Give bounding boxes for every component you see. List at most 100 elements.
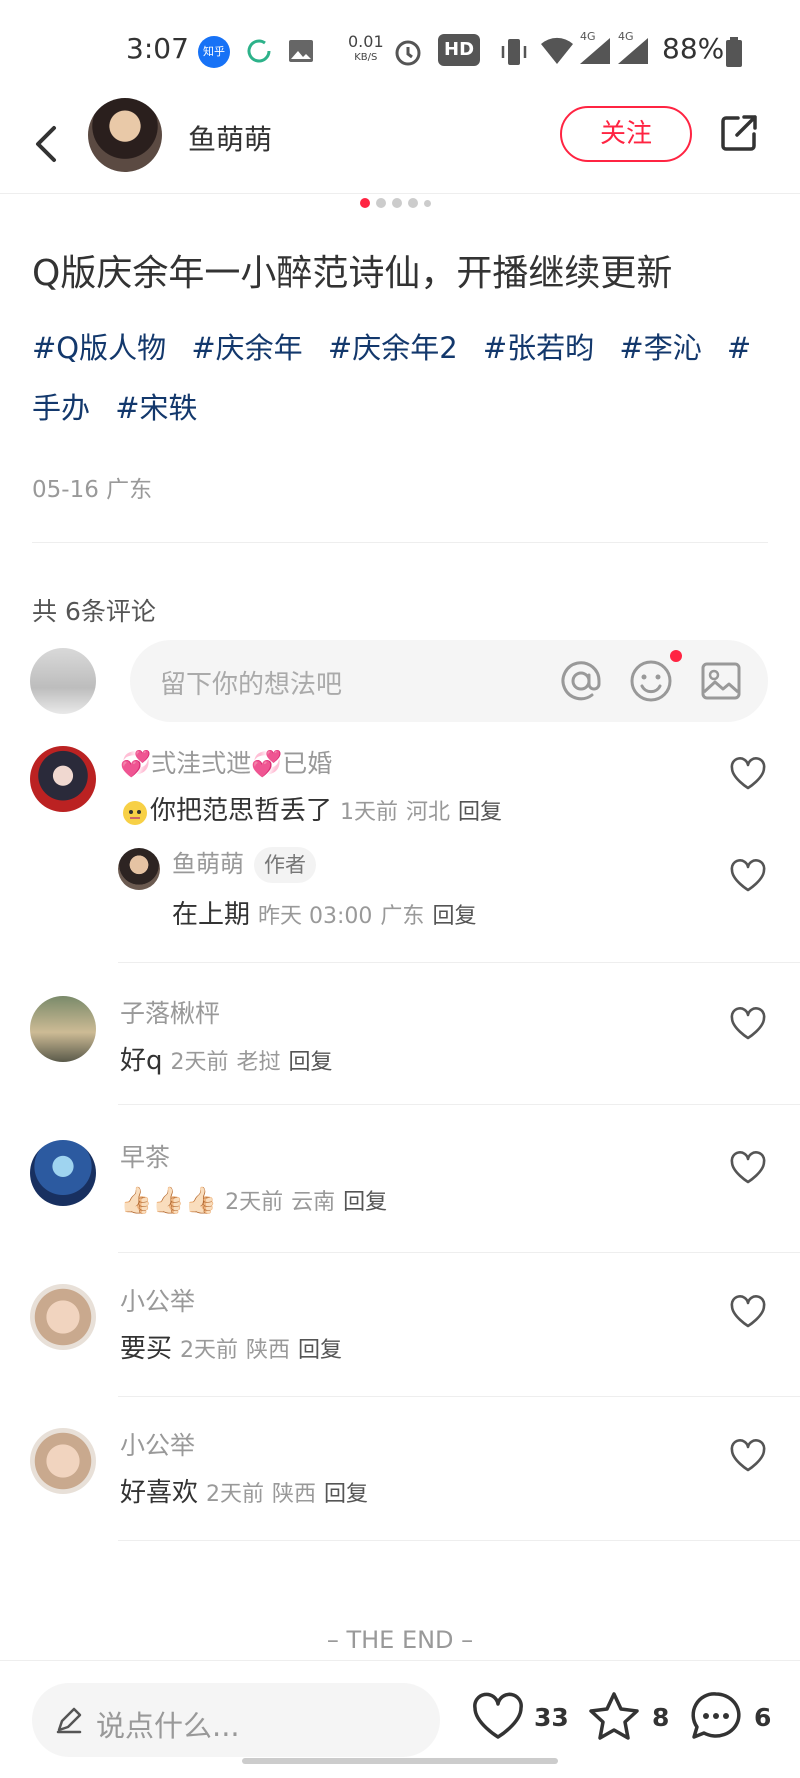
heart-icon[interactable]	[728, 1148, 768, 1188]
commenter-name[interactable]: 子落楸枰	[120, 994, 220, 1030]
comment-time: 2天前	[170, 1050, 229, 1075]
comment-button[interactable]: 6	[688, 1689, 788, 1749]
carousel-dot-active	[360, 198, 370, 208]
divider	[118, 1396, 800, 1397]
comment-text: 要买 2天前 陕西 回复	[120, 1328, 342, 1365]
carousel-dot	[408, 198, 418, 208]
alarm-icon	[395, 40, 421, 66]
comment-icon	[691, 1692, 741, 1739]
reply-button[interactable]: 回复	[289, 1050, 333, 1075]
reply-time: 昨天 03:00	[258, 904, 373, 929]
collect-button[interactable]: 8	[586, 1689, 676, 1749]
wifi-icon	[541, 37, 573, 64]
post-date-location: 05-16 广东	[32, 477, 153, 503]
reply-button[interactable]: 回复	[298, 1338, 342, 1363]
commenter-name[interactable]: 💞弍洼弍迣💞已婚	[120, 744, 332, 780]
divider	[118, 1104, 800, 1105]
say-something-input[interactable]: 说点什么...	[32, 1683, 440, 1757]
vibrate-icon	[501, 39, 527, 65]
heart-icon	[473, 1692, 523, 1739]
commenter-avatar[interactable]	[30, 746, 96, 812]
signal-icon	[618, 38, 648, 64]
sticker-icon	[123, 800, 147, 825]
heart-icon[interactable]	[728, 1004, 768, 1044]
commenter-avatar[interactable]	[30, 1428, 96, 1494]
reply-button[interactable]: 回复	[458, 800, 502, 825]
comment-time: 2天前	[225, 1190, 284, 1215]
commenter-avatar[interactable]	[30, 1140, 96, 1206]
tag-link[interactable]: #李沁	[619, 331, 701, 365]
collect-count: 8	[652, 1703, 670, 1732]
status-bar: 3:07 知乎 0.01 KB/S HD 4G 4G 88%	[0, 0, 800, 96]
commenter-name[interactable]: 小公举	[120, 1426, 195, 1462]
comment-location: 云南	[291, 1190, 336, 1215]
comment-text: 👍🏻👍🏻👍🏻 2天前 云南 回复	[120, 1184, 387, 1216]
heart-icon[interactable]	[728, 856, 768, 896]
note-header: 鱼萌萌 关注	[0, 96, 800, 194]
carousel-dot	[392, 198, 402, 208]
signal-icon	[580, 38, 610, 64]
commenter-name[interactable]: 小公举	[120, 1282, 195, 1318]
hd-badge: HD	[438, 34, 481, 66]
comment-content: 👍🏻👍🏻👍🏻	[120, 1186, 218, 1216]
comment-location: 陕西	[272, 1482, 317, 1507]
end-marker: – THE END –	[326, 1626, 474, 1654]
reply-button[interactable]: 回复	[324, 1482, 368, 1507]
reply-button[interactable]: 回复	[432, 904, 476, 929]
author-name[interactable]: 鱼萌萌	[188, 118, 272, 158]
carousel-dot	[376, 198, 386, 208]
net-speed: 0.01 KB/S	[348, 32, 384, 64]
author-tag: 作者	[254, 847, 316, 883]
commenter-avatar[interactable]	[30, 996, 96, 1062]
comment-content: 好q	[120, 1046, 163, 1076]
follow-button[interactable]: 关注	[560, 106, 692, 162]
heart-icon[interactable]	[728, 754, 768, 794]
home-indicator[interactable]	[242, 1758, 558, 1764]
image-icon[interactable]	[698, 658, 744, 704]
reply-button[interactable]: 回复	[343, 1190, 387, 1215]
comment-time: 2天前	[180, 1338, 239, 1363]
back-icon[interactable]	[26, 116, 66, 172]
comment-text: 好喜欢 2天前 陕西 回复	[120, 1472, 368, 1509]
like-count: 33	[534, 1703, 569, 1732]
comment-text: 你把范思哲丢了 1天前 河北 回复	[120, 790, 502, 827]
tag-link[interactable]: #张若昀	[483, 331, 594, 365]
zhihu-icon: 知乎	[198, 36, 230, 68]
emoji-icon[interactable]	[628, 658, 674, 704]
comment-location: 河北	[406, 800, 451, 825]
heart-icon[interactable]	[728, 1436, 768, 1476]
comment-input[interactable]: 留下你的想法吧	[130, 640, 768, 722]
status-time: 3:07	[126, 32, 189, 65]
star-icon	[589, 1692, 639, 1740]
at-icon[interactable]	[558, 658, 604, 704]
reply-text: 在上期 昨天 03:00 广东 回复	[172, 894, 476, 931]
reply-content: 在上期	[172, 900, 251, 930]
notification-dot	[670, 650, 682, 662]
post-title: Q版庆余年一小醉范诗仙，开播继续更新	[32, 253, 673, 294]
like-button[interactable]: 33	[470, 1689, 570, 1749]
commenter-name[interactable]: 早茶	[120, 1138, 170, 1174]
tag-link[interactable]: #宋轶	[115, 391, 197, 425]
tag-link[interactable]: #庆余年	[191, 331, 302, 365]
battery-percent: 88%	[662, 32, 725, 65]
divider	[118, 1252, 800, 1253]
share-icon[interactable]	[718, 112, 760, 154]
comment-input-placeholder: 留下你的想法吧	[160, 670, 343, 700]
heart-icon[interactable]	[728, 1292, 768, 1332]
reply-location: 广东	[380, 904, 425, 929]
comment-location: 陕西	[246, 1338, 291, 1363]
say-something-placeholder: 说点什么...	[96, 1709, 240, 1743]
reply-avatar[interactable]	[118, 848, 160, 890]
comment-content: 好喜欢	[120, 1478, 199, 1508]
divider	[32, 542, 768, 543]
comment-time: 1天前	[340, 800, 399, 825]
comment-count: 共 6条评论	[32, 597, 156, 626]
tag-link[interactable]: #庆余年2	[328, 331, 458, 365]
commenter-avatar[interactable]	[30, 1284, 96, 1350]
divider	[118, 962, 800, 963]
tag-link[interactable]: #Q版人物	[32, 331, 166, 365]
reply-author-name[interactable]: 鱼萌萌	[172, 850, 244, 878]
pen-icon	[56, 1707, 82, 1734]
reply-header: 鱼萌萌 作者	[172, 844, 316, 883]
author-avatar[interactable]	[88, 98, 162, 172]
